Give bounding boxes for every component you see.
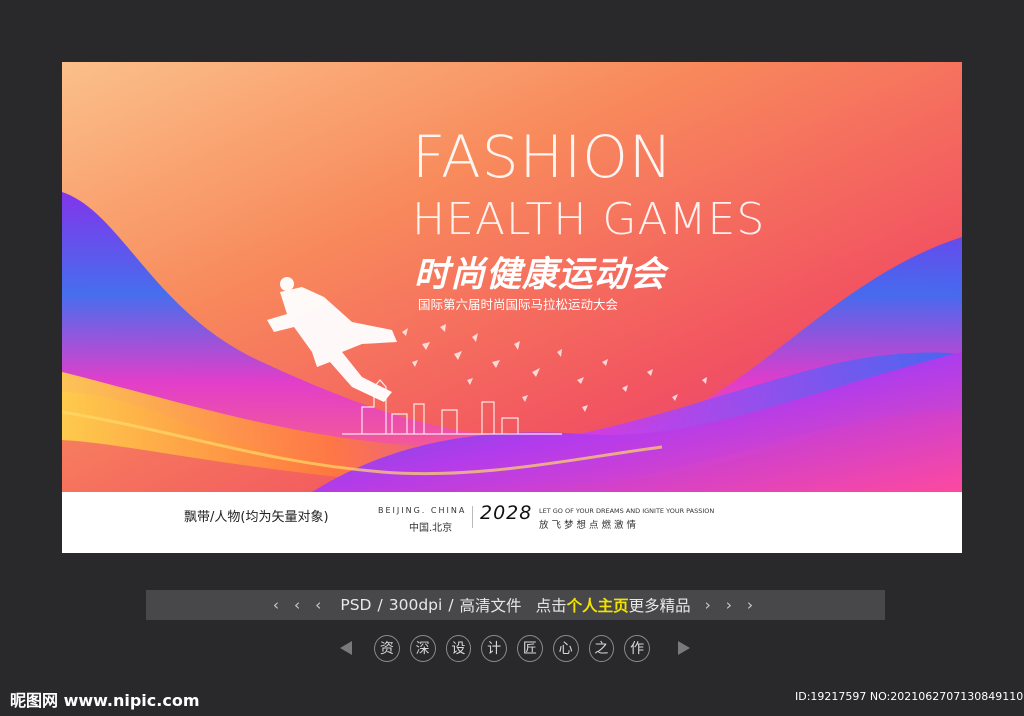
city-cn: 中国.北京 [409, 523, 453, 534]
cta-suffix: 更多精品 [628, 597, 691, 615]
site-brand[interactable]: 昵图网 www.nipic.com [10, 687, 200, 711]
tagline: 资 深 设 计 匠 心 之 作 [340, 633, 690, 663]
tagline-char: 匠 [517, 634, 543, 662]
format-label: PSD [340, 596, 372, 614]
vector-note: 飘带/人物(均为矢量对象) [184, 510, 329, 525]
poster-subtitle: 国际第六届时尚国际马拉松运动大会 [418, 297, 619, 312]
tagline-char: 深 [409, 634, 436, 662]
cta-prefix: 点击 [535, 597, 567, 615]
title-chinese: 时尚健康运动会 [414, 255, 667, 295]
resolution-label: 300dpi [388, 596, 443, 614]
tagline-char: 作 [624, 634, 650, 662]
footer-divider [472, 506, 473, 528]
triangle-left-icon [340, 641, 352, 655]
separator: / [448, 596, 454, 614]
slogan-cn: 放飞梦想点燃激情 [539, 520, 640, 531]
tagline-char: 心 [552, 634, 579, 662]
title-fashion: FASHION [412, 123, 674, 191]
poster[interactable]: FASHION HEALTH GAMES 时尚健康运动会 国际第六届时尚国际马拉… [62, 62, 962, 553]
info-bar: ‹ ‹ ‹ PSD / 300dpi / 高清文件 点击 个人主页 更多精品 ›… [146, 590, 885, 620]
triangle-right-icon [678, 641, 690, 655]
slogan-en: LET GO OF YOUR DREAMS AND IGNITE YOUR PA… [539, 507, 715, 515]
right-arrows-icon: › › › [704, 596, 759, 614]
city-en: BEIJING. CHINA [378, 506, 467, 515]
poster-artwork: FASHION HEALTH GAMES 时尚健康运动会 国际第六届时尚国际马拉… [62, 62, 962, 492]
tagline-char: 资 [374, 634, 400, 662]
event-year: 2028 [480, 502, 533, 524]
tagline-char: 之 [588, 634, 615, 662]
separator: / [377, 596, 383, 614]
image-id: ID:19217597 NO:20210627071308491101 [795, 690, 1024, 703]
tagline-char: 设 [445, 634, 472, 662]
tagline-char: 计 [481, 634, 507, 662]
title-health-games: HEALTH GAMES [412, 194, 766, 245]
left-arrows-icon: ‹ ‹ ‹ [272, 596, 327, 614]
quality-label: 高清文件 [459, 597, 522, 615]
profile-link[interactable]: 个人主页 [567, 594, 629, 616]
